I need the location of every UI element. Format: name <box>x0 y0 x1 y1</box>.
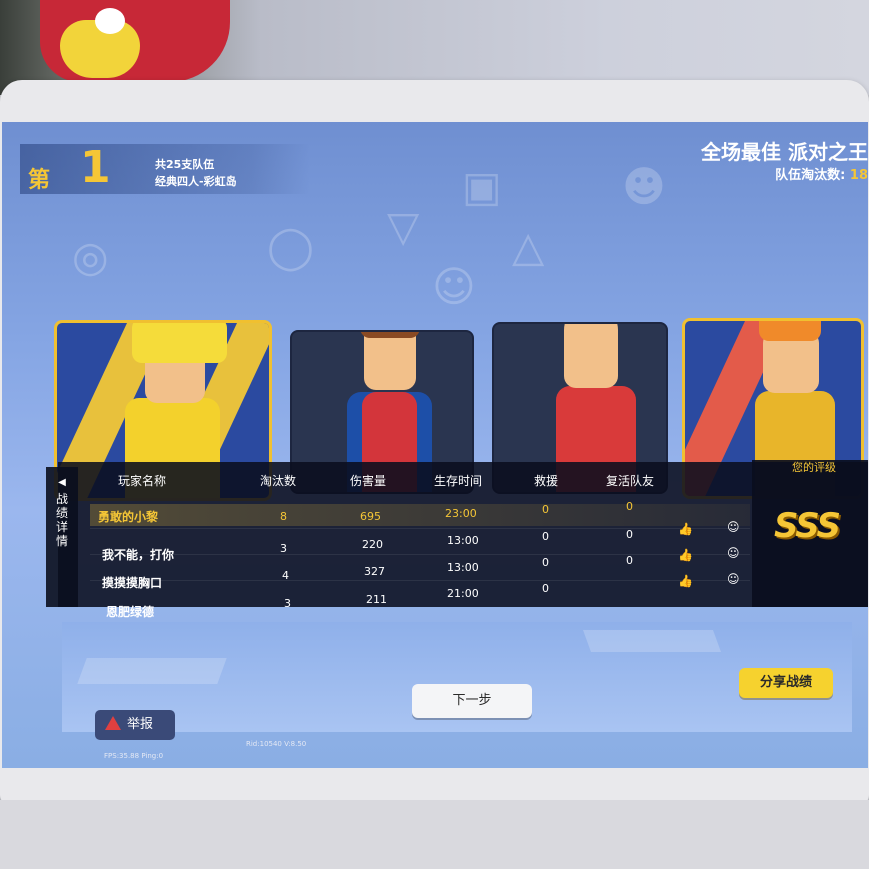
table-row-name: 勇敢的小黎 <box>98 510 159 524</box>
room-id-readout: Rid:10540 V:8.50 <box>246 740 307 748</box>
table-cell-damage: 327 <box>364 565 385 578</box>
table-cell-rescues: 0 <box>542 556 549 569</box>
highlight-row-bg <box>90 504 750 526</box>
report-button[interactable]: 举报 <box>95 710 175 740</box>
battle-details-label: 战绩详情 <box>55 492 68 548</box>
deco-shape: ☺ <box>432 262 476 311</box>
best-player-title: 全场最佳 派对之王 <box>701 140 868 164</box>
character-hair <box>360 332 420 338</box>
deco-shape: △ <box>512 222 545 271</box>
team-elims-value: 18 <box>849 168 868 183</box>
rank-number: 1 <box>80 142 111 193</box>
table-cell-revives: 0 <box>626 554 633 567</box>
col-header-name: 玩家名称 <box>118 474 167 488</box>
deco-shape: ◯ <box>267 222 315 271</box>
team-elims-label: 队伍淘汰数: <box>775 168 846 183</box>
deco-shape: ▽ <box>387 202 420 251</box>
thumbs-up-icon[interactable]: 👍 <box>678 574 693 588</box>
plush-toy-eye <box>95 8 125 34</box>
arrow-left-icon: ◀ <box>58 477 66 488</box>
floor-tile <box>77 658 227 684</box>
table-surface <box>0 800 869 869</box>
table-cell-rescues: 0 <box>542 582 549 595</box>
table-cell-rescues: 0 <box>542 503 549 516</box>
warning-icon <box>105 716 121 730</box>
col-header-rescues: 救援 <box>534 474 559 488</box>
row-divider <box>90 528 750 529</box>
add-friend-icon[interactable]: ☺ <box>727 546 740 560</box>
add-friend-icon[interactable]: ☺ <box>727 572 740 586</box>
table-cell-revives: 0 <box>626 500 633 513</box>
table-cell-eliminations: 8 <box>280 510 287 523</box>
col-header-survival: 生存时间 <box>434 474 483 488</box>
table-cell-eliminations: 3 <box>280 542 287 555</box>
row-divider <box>90 580 750 581</box>
col-header-damage: 伤害量 <box>350 474 387 488</box>
table-cell-survival: 13:00 <box>447 561 479 574</box>
thumbs-up-icon[interactable]: 👍 <box>678 548 693 562</box>
team-count: 共25支队伍 <box>155 158 215 171</box>
table-cell-damage: 695 <box>360 510 381 523</box>
table-row-name: 恩肥绿德 <box>106 605 155 619</box>
team-eliminations: 队伍淘汰数: 18 <box>775 164 868 183</box>
table-cell-revives: 0 <box>626 528 633 541</box>
deco-shape: ☻ <box>622 162 666 211</box>
share-record-button[interactable]: 分享战绩 <box>739 668 833 698</box>
add-friend-icon[interactable]: ☺ <box>727 520 740 534</box>
battle-details-tab[interactable]: ◀ 战绩详情 <box>46 467 78 607</box>
report-label: 举报 <box>127 717 154 732</box>
table-cell-eliminations: 3 <box>284 597 291 610</box>
rank-prefix: 第 <box>28 168 51 193</box>
table-row-name: 我不能，打你 <box>102 548 175 562</box>
table-cell-damage: 220 <box>362 538 383 551</box>
table-cell-damage: 211 <box>366 593 387 606</box>
game-mode: 经典四人-彩虹岛 <box>155 175 237 188</box>
character-hair <box>759 321 821 341</box>
character-head <box>364 332 416 390</box>
character-head <box>564 324 618 388</box>
col-header-revives: 复活队友 <box>606 474 655 488</box>
table-cell-rescues: 0 <box>542 530 549 543</box>
floor-tile <box>582 630 722 652</box>
col-header-eliminations: 淘汰数 <box>260 474 297 488</box>
rating-label: 您的评级 <box>792 461 836 474</box>
game-screen: ▣ ▽ △ ◯ ◎ ☻ ☺ 第 1 共25支队伍 经典四人-彩虹岛 全场最佳 派… <box>2 122 868 768</box>
fps-readout: FPS:35.88 Ping:0 <box>104 752 164 760</box>
deco-shape: ▣ <box>462 162 502 211</box>
thumbs-up-icon[interactable]: 👍 <box>678 522 693 536</box>
table-cell-survival: 13:00 <box>447 534 479 547</box>
deco-shape: ◎ <box>72 232 109 281</box>
table-cell-survival: 21:00 <box>447 587 479 600</box>
next-step-button[interactable]: 下一步 <box>412 684 532 718</box>
row-divider <box>90 554 750 555</box>
table-cell-survival: 23:00 <box>445 507 477 520</box>
table-row-name: 摸摸摸胸口 <box>102 576 163 590</box>
table-cell-eliminations: 4 <box>282 569 289 582</box>
character-hair <box>132 323 227 363</box>
rating-value: SSS <box>774 506 841 546</box>
